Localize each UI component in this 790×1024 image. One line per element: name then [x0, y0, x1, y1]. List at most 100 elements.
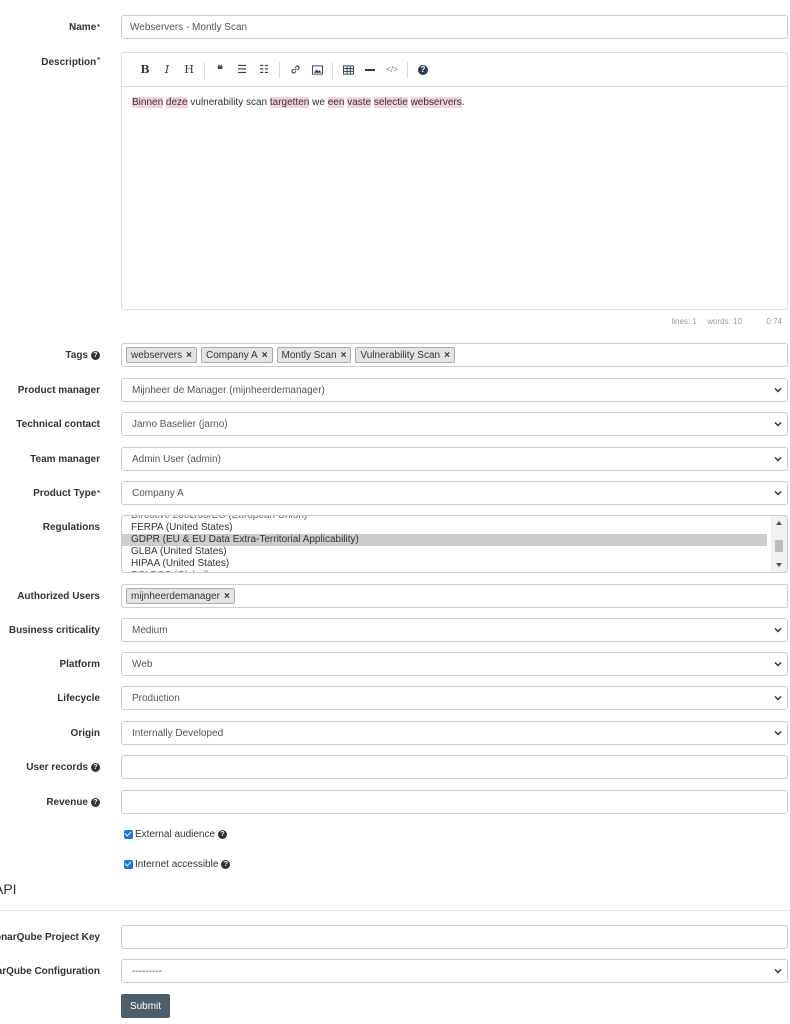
internet-accessible-checkbox[interactable]: [124, 860, 133, 869]
description-word: Binnen: [132, 97, 164, 108]
user-records-input[interactable]: [122, 756, 787, 778]
status-cursor: 0:74: [766, 317, 782, 326]
product-manager-select[interactable]: Mijnheer de Manager (mijnheerdemanager): [121, 378, 788, 402]
close-icon[interactable]: ×: [186, 350, 192, 361]
origin-select[interactable]: Internally Developed: [121, 721, 788, 745]
user-records-row: User records?: [0, 755, 790, 779]
internet-accessible-label: Internet accessible: [135, 859, 219, 870]
user-chip[interactable]: mijnheerdemanager ×: [126, 588, 235, 604]
origin-label: Origin: [70, 727, 100, 739]
bold-icon[interactable]: B: [134, 60, 156, 80]
product-manager-label: Product manager: [17, 384, 100, 396]
help-icon[interactable]: ?: [412, 60, 434, 80]
external-audience-label: External audience: [135, 829, 216, 840]
description-word: targetten: [269, 97, 310, 108]
status-words: words: 10: [707, 317, 742, 326]
submit-button[interactable]: Submit: [121, 994, 170, 1018]
sonarqube-config-select[interactable]: ---------: [121, 959, 788, 983]
business-criticality-row: Business criticality Medium: [0, 618, 790, 642]
user-records-wrap: [121, 755, 788, 779]
scrollbar-thumb[interactable]: [775, 540, 783, 552]
user-records-label: User records?: [26, 755, 100, 779]
revenue-input[interactable]: [122, 791, 787, 813]
description-word: vulnerability: [190, 97, 244, 108]
authorized-users-input[interactable]: mijnheerdemanager ×: [121, 584, 788, 608]
description-word: webservers: [410, 97, 462, 108]
product-type-label: Product Type *: [33, 487, 100, 499]
link-icon[interactable]: [284, 60, 306, 80]
regulations-scrollbar[interactable]: [771, 516, 787, 572]
external-audience-checkbox[interactable]: [124, 830, 133, 839]
quote-icon[interactable]: ❝: [209, 60, 231, 80]
sonarqube-config-row: SonarQube Configuration ---------: [0, 959, 790, 983]
business-criticality-value: Medium: [132, 624, 168, 636]
tag-chip-label: webservers: [131, 349, 183, 361]
regulations-label: Regulations: [42, 521, 100, 533]
list-icon[interactable]: ☰: [231, 60, 253, 80]
close-icon[interactable]: ×: [341, 350, 347, 361]
table-icon[interactable]: [337, 60, 359, 80]
tag-chip[interactable]: webservers ×: [126, 347, 197, 363]
internet-accessible-checkbox-row[interactable]: Internet accessible ?: [124, 859, 231, 870]
status-lines: lines: 1: [671, 317, 697, 326]
lifecycle-label: Lifecycle: [57, 692, 100, 704]
origin-value: Internally Developed: [132, 727, 224, 739]
description-text[interactable]: Binnen deze vulnerability scan targetten…: [122, 87, 787, 118]
description-editor[interactable]: B I H ❝ ☰ ☷ </> ? Binnen deze vulnerabil…: [121, 52, 788, 310]
description-word: deze: [165, 97, 188, 108]
lifecycle-row: Lifecycle Production: [0, 686, 790, 710]
team-manager-select[interactable]: Admin User (admin): [121, 447, 788, 471]
heading-icon[interactable]: H: [178, 60, 200, 80]
tags-input[interactable]: webservers × Company A × Montly Scan × Vulnera…: [121, 343, 788, 367]
image-icon[interactable]: [306, 60, 328, 80]
chevron-down-icon: [774, 661, 782, 667]
sonarqube-key-wrap: [121, 925, 788, 949]
regulation-option[interactable]: HIPAA (United States): [122, 558, 767, 570]
chevron-down-icon: [774, 730, 782, 736]
revenue-row: Revenue?: [0, 790, 790, 814]
horizontal-rule-icon[interactable]: [359, 60, 381, 80]
tag-chip[interactable]: Vulnerability Scan ×: [355, 347, 455, 363]
close-icon[interactable]: ×: [224, 591, 230, 602]
tag-chip[interactable]: Montly Scan ×: [276, 347, 352, 363]
regulations-multiselect[interactable]: Directive 2002/58/EC (European Union) FER…: [121, 515, 788, 573]
platform-select[interactable]: Web: [121, 652, 788, 676]
code-icon[interactable]: </>: [381, 60, 403, 80]
ordered-list-icon[interactable]: ☷: [253, 60, 275, 80]
chevron-down-icon: [774, 456, 782, 462]
team-manager-value: Admin User (admin): [132, 453, 221, 465]
tag-chip[interactable]: Company A ×: [200, 347, 273, 363]
regulation-option[interactable]: GLBA (United States): [122, 546, 767, 558]
business-criticality-select[interactable]: Medium: [121, 618, 788, 642]
external-audience-checkbox-row[interactable]: External audience ?: [124, 829, 228, 840]
scroll-up-icon[interactable]: [776, 521, 782, 525]
italic-icon[interactable]: I: [156, 60, 178, 80]
sonarqube-key-input[interactable]: [122, 926, 787, 948]
regulation-option[interactable]: PCI DSS (Global): [122, 570, 767, 572]
product-type-select[interactable]: Company A: [121, 481, 788, 505]
description-word: we: [312, 97, 325, 108]
name-input[interactable]: [122, 16, 787, 38]
technical-contact-value: Jarno Baselier (jarno): [132, 418, 228, 430]
revenue-wrap: [121, 790, 788, 814]
product-type-value: Company A: [132, 487, 184, 499]
close-icon[interactable]: ×: [262, 350, 268, 361]
close-icon[interactable]: ×: [444, 350, 450, 361]
tags-label: Tags?: [65, 343, 100, 367]
lifecycle-select[interactable]: Production: [121, 686, 788, 710]
regulation-option[interactable]: GDPR (EU & EU Data Extra-Territorial App…: [122, 534, 767, 546]
chevron-down-icon: [774, 421, 782, 427]
scroll-down-icon[interactable]: [776, 563, 782, 567]
sonarqube-key-row: SonarQube Project Key: [0, 925, 790, 949]
name-field-wrap: [121, 15, 788, 39]
tags-row: Tags? webservers × Company A × Montly Scan × V…: [0, 343, 790, 367]
technical-contact-select[interactable]: Jarno Baselier (jarno): [121, 412, 788, 436]
authorized-users-row: Authorized Users mijnheerdemanager ×: [0, 584, 790, 608]
help-icon: ?: [91, 762, 100, 772]
chevron-down-icon: [774, 490, 782, 496]
editor-status-bar: lines: 1 words: 10 0:74: [671, 317, 782, 326]
toolbar-separator: [279, 61, 280, 78]
regulation-option[interactable]: Directive 2002/58/EC (European Union): [122, 516, 767, 522]
api-section-title: API: [0, 881, 17, 897]
regulation-option[interactable]: FERPA (United States): [122, 522, 767, 534]
